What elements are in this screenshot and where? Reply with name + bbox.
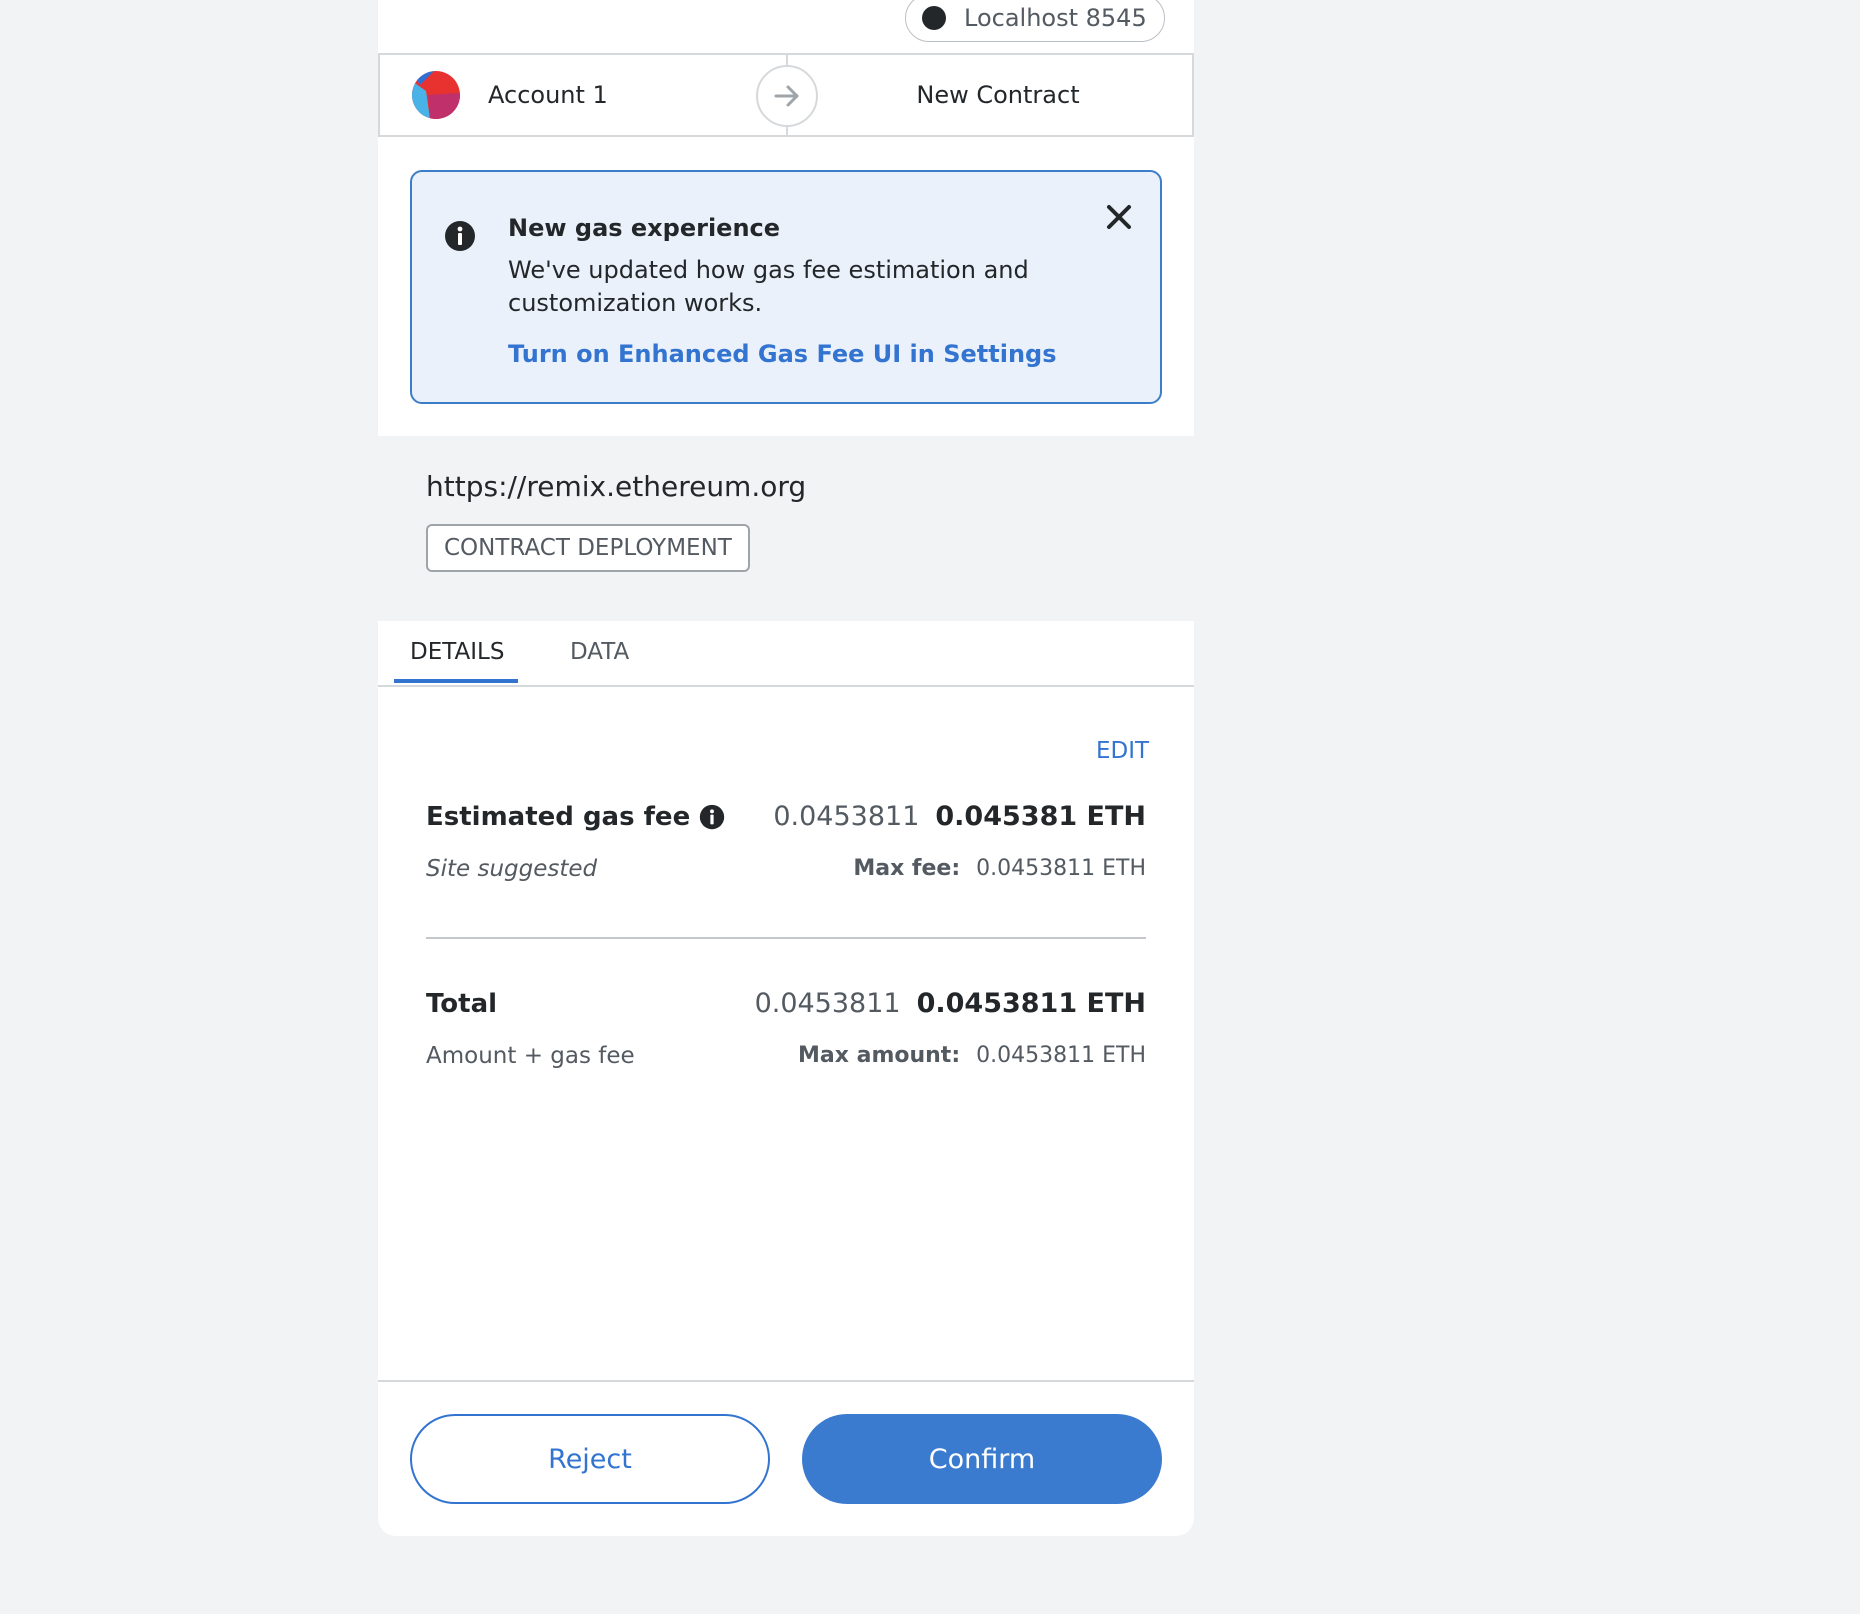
max-fee-row: Max fee: 0.0453811 ETH [853, 856, 1146, 881]
total-primary: 0.0453811 ETH [916, 988, 1146, 1019]
transaction-type-badge: CONTRACT DEPLOYMENT [426, 524, 750, 572]
gas-fee-primary: 0.045381 ETH [935, 801, 1146, 832]
network-label: Localhost 8545 [964, 4, 1147, 32]
notice-body: We've updated how gas fee estimation and… [508, 256, 1029, 317]
max-amount-row: Max amount: 0.0453811 ETH [798, 1043, 1146, 1068]
arrow-right-icon [756, 65, 818, 127]
gas-fee-label: Estimated gas fee [426, 802, 691, 832]
gas-fee-info-icon[interactable] [699, 804, 725, 830]
sender-recipient-bar: Account 1 New Contract [378, 53, 1194, 137]
max-amount-label: Max amount: [798, 1043, 961, 1068]
origin-section: https://remix.ethereum.org CONTRACT DEPL… [378, 436, 1194, 621]
gas-fee-values: 0.0453811 0.045381 ETH [773, 801, 1146, 832]
footer-divider [378, 1380, 1194, 1382]
total-label: Total [426, 989, 498, 1019]
recipient[interactable]: New Contract [786, 55, 1192, 135]
gas-fee-source: Site suggested [426, 856, 598, 882]
origin-url: https://remix.ethereum.org [426, 470, 807, 503]
sender-name: Account 1 [488, 81, 608, 109]
total-sub: Amount + gas fee [426, 1043, 635, 1069]
recipient-name: New Contract [916, 81, 1080, 109]
sender[interactable]: Account 1 [380, 55, 786, 135]
gas-fee-secondary: 0.0453811 [773, 801, 920, 832]
max-amount-value: 0.0453811 ETH [976, 1043, 1146, 1068]
details-divider [426, 937, 1146, 939]
tab-data[interactable]: DATA [570, 639, 629, 665]
close-icon[interactable] [1102, 200, 1136, 234]
max-fee-label: Max fee: [853, 856, 961, 881]
confirm-button[interactable]: Confirm [802, 1414, 1162, 1504]
tab-bar: DETAILS DATA [378, 621, 1194, 687]
reject-button[interactable]: Reject [410, 1414, 770, 1504]
notice-title: New gas experience [508, 214, 781, 242]
confirm-transaction-panel: Localhost 8545 Account 1 New Contract Ne… [378, 0, 1194, 1536]
tab-details[interactable]: DETAILS [410, 639, 504, 665]
total-values: 0.0453811 0.0453811 ETH [755, 988, 1146, 1019]
max-fee-value: 0.0453811 ETH [976, 856, 1146, 881]
gas-fee-heading: Estimated gas fee [426, 802, 725, 832]
enhanced-gas-settings-link[interactable]: Turn on Enhanced Gas Fee UI in Settings [508, 340, 1057, 368]
gas-experience-notice: New gas experience We've updated how gas… [410, 170, 1162, 404]
edit-gas-button[interactable]: EDIT [1096, 738, 1149, 764]
info-icon [444, 220, 476, 256]
account-identicon [412, 71, 460, 119]
active-tab-indicator [394, 679, 518, 683]
network-status-icon [922, 6, 946, 30]
network-selector[interactable]: Localhost 8545 [905, 0, 1165, 42]
total-secondary: 0.0453811 [754, 988, 901, 1019]
